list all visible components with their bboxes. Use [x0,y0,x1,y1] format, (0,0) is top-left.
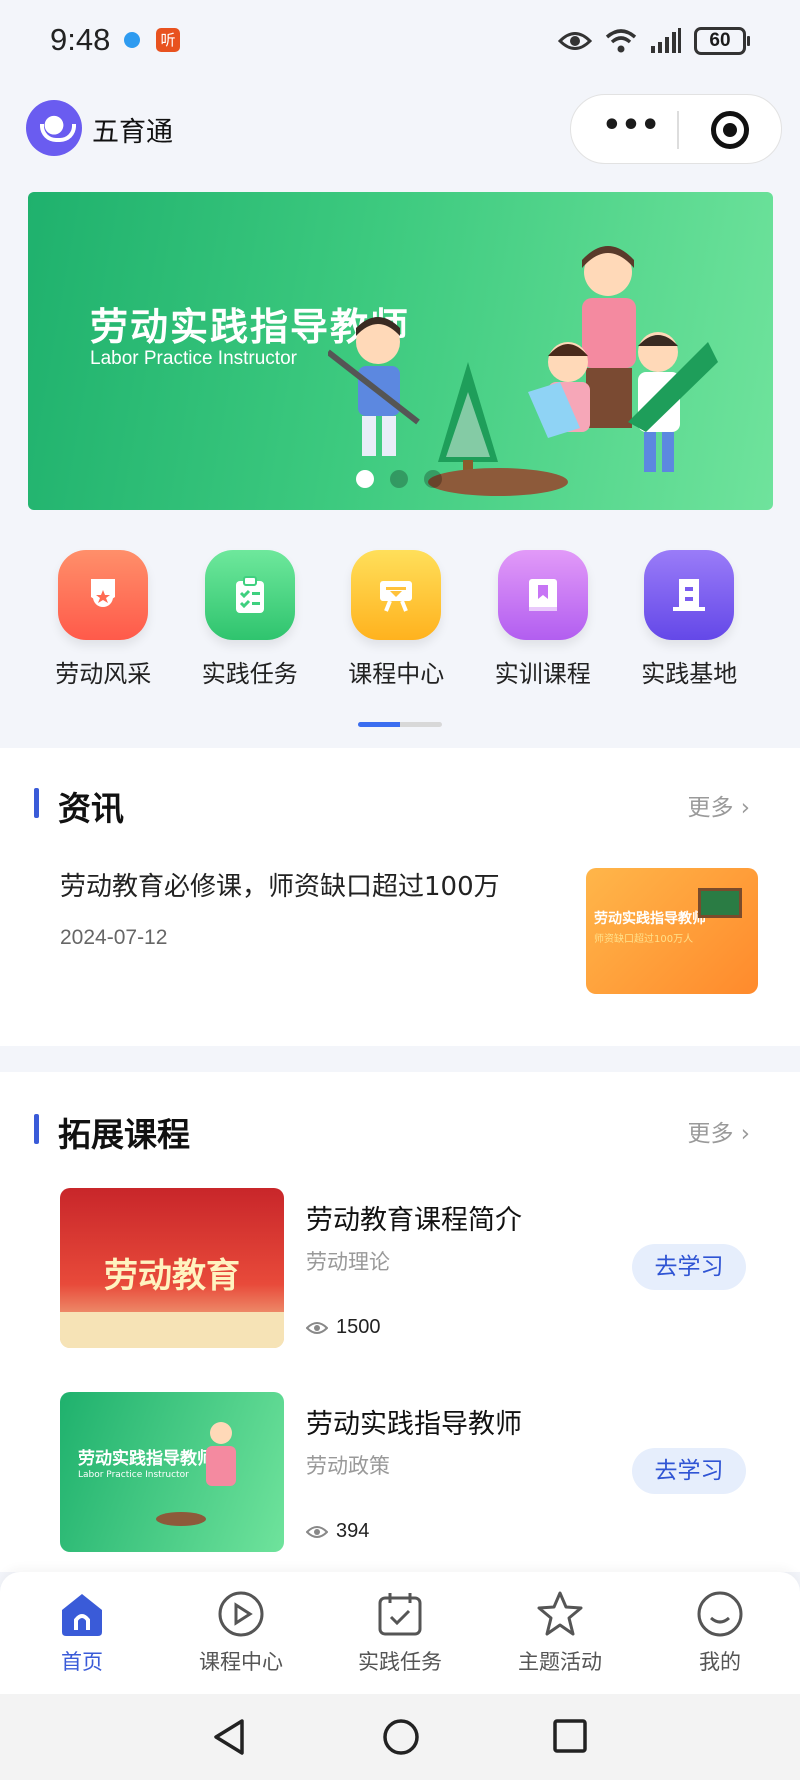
course-view-count: 394 [336,1520,370,1542]
quick-nav-label: 实践任务 [201,660,298,688]
bottom-tab-bar: 首页 课程中心 实践任务 主题活动 我的 [0,1572,800,1694]
course-views: 394 [306,1520,369,1543]
carousel-indicator [356,470,442,488]
app-logo [26,100,82,156]
calendar-check-icon [376,1590,424,1638]
recents-icon[interactable] [552,1718,588,1754]
courses-more-link[interactable]: 更多 › [687,1114,750,1148]
quick-nav-practice-tasks[interactable]: 实践任务 [177,550,324,690]
capsule-divider [677,111,679,149]
blackboard-image [698,888,742,918]
eye-icon [306,1525,328,1538]
city-skyline-image [60,1312,284,1348]
home-icon [58,1590,106,1638]
status-time: 9:48 [50,22,111,57]
quick-nav-label: 劳动风采 [55,660,152,688]
building-icon [644,550,735,640]
course-title: 劳动教育课程简介 [306,1205,522,1236]
capsule-menu: ••• [570,94,782,164]
course-thumb-subtitle: Labor Practice Instructor [78,1470,189,1480]
course-thumbnail: 劳动实践指导教师 Labor Practice Instructor [60,1392,284,1552]
tab-course-center[interactable]: 课程中心 [171,1590,311,1676]
quick-nav-labor-style[interactable]: 劳动风采 [30,550,177,690]
eye-icon [306,1321,328,1334]
carousel-dot[interactable] [424,470,442,488]
status-bar: 9:48 听 60 [0,0,800,84]
quick-nav-label: 课程中心 [348,660,445,688]
teacher-illustration [210,1422,232,1444]
back-icon[interactable] [212,1718,246,1756]
news-thumbnail: 劳动实践指导教师 师资缺口超过100万人 [586,868,758,994]
course-views: 1500 [306,1316,381,1339]
soil-illustration [156,1512,206,1526]
star-icon [536,1590,584,1638]
tab-practice-tasks[interactable]: 实践任务 [330,1590,470,1676]
clipboard-check-icon [204,550,295,640]
section-accent-bar [34,788,39,818]
news-title: 劳动教育必修课，师资缺口超过100万 [60,872,500,902]
tab-label: 首页 [61,1650,103,1674]
course-title: 劳动实践指导教师 [306,1409,522,1440]
course-thumb-text: 劳动实践指导教师 [78,1449,214,1469]
play-circle-icon [217,1590,265,1638]
carousel-dot[interactable] [356,470,374,488]
signal-icon [651,28,681,53]
bookmark-book-icon [497,550,588,640]
quick-nav-grid: 劳动风采 实践任务 课程中心 实训课程 实践基地 [0,550,800,690]
quick-nav-scroll-indicator [358,722,442,727]
news-section: 资讯 更多 › 劳动教育必修课，师资缺口超过100万 2024-07-12 劳动… [0,748,800,1046]
news-more-link[interactable]: 更多 › [687,788,750,822]
wifi-icon [605,29,637,53]
tab-label: 课程中心 [199,1650,283,1674]
teacher-body-illustration [206,1446,236,1486]
news-date: 2024-07-12 [60,926,168,949]
tab-mine[interactable]: 我的 [650,1590,790,1676]
quick-nav-label: 实践基地 [641,660,738,688]
home-circle-icon[interactable] [382,1718,420,1756]
courses-section: 拓展课程 更多 › 劳动教育 劳动教育课程简介 劳动理论 1500 去学习 劳动… [0,1072,800,1572]
tab-theme-activities[interactable]: 主题活动 [490,1590,630,1676]
telegram-icon [124,32,140,48]
tab-label: 主题活动 [518,1650,602,1674]
quick-nav-label: 实训课程 [494,660,591,688]
course-board-icon [351,550,442,640]
banner-carousel[interactable]: 劳动实践指导教师 Labor Practice Instructor [28,192,773,510]
smile-icon [696,1590,744,1638]
tab-label: 我的 [699,1650,741,1674]
quick-nav-training-courses[interactable]: 实训课程 [470,550,617,690]
app-name: 五育通 [92,117,173,148]
tab-home[interactable]: 首页 [12,1590,152,1676]
tab-label: 实践任务 [358,1650,442,1674]
go-study-button[interactable]: 去学习 [632,1448,746,1494]
section-title: 资讯 [58,789,124,828]
course-item[interactable]: 劳动实践指导教师 Labor Practice Instructor 劳动实践指… [0,1392,800,1558]
section-accent-bar [34,1114,39,1144]
system-navigation-bar [0,1694,800,1780]
medal-icon [58,550,149,640]
go-study-button[interactable]: 去学习 [632,1244,746,1290]
course-tag: 劳动政策 [306,1454,390,1478]
eye-icon [558,32,592,50]
course-thumbnail: 劳动教育 [60,1188,284,1348]
course-item[interactable]: 劳动教育 劳动教育课程简介 劳动理论 1500 去学习 [0,1188,800,1354]
carousel-dot[interactable] [390,470,408,488]
more-options-button[interactable]: ••• [599,111,663,147]
banner-subtitle: Labor Practice Instructor [90,348,297,369]
news-thumb-title: 劳动实践指导教师 [594,911,706,927]
notification-badge: 听 [156,28,180,52]
course-view-count: 1500 [336,1316,381,1338]
battery-indicator: 60 [694,27,750,55]
section-title: 拓展课程 [58,1115,190,1154]
close-mini-program-button[interactable] [711,111,749,149]
course-thumb-text: 劳动教育 [104,1256,240,1296]
quick-nav-course-center[interactable]: 课程中心 [323,550,470,690]
news-thumb-subtitle: 师资缺口超过100万人 [594,934,694,945]
course-tag: 劳动理论 [306,1250,390,1274]
quick-nav-practice-base[interactable]: 实践基地 [616,550,763,690]
teacher-students-illustration [328,246,718,496]
mini-program-header: 五育通 ••• [0,94,800,166]
